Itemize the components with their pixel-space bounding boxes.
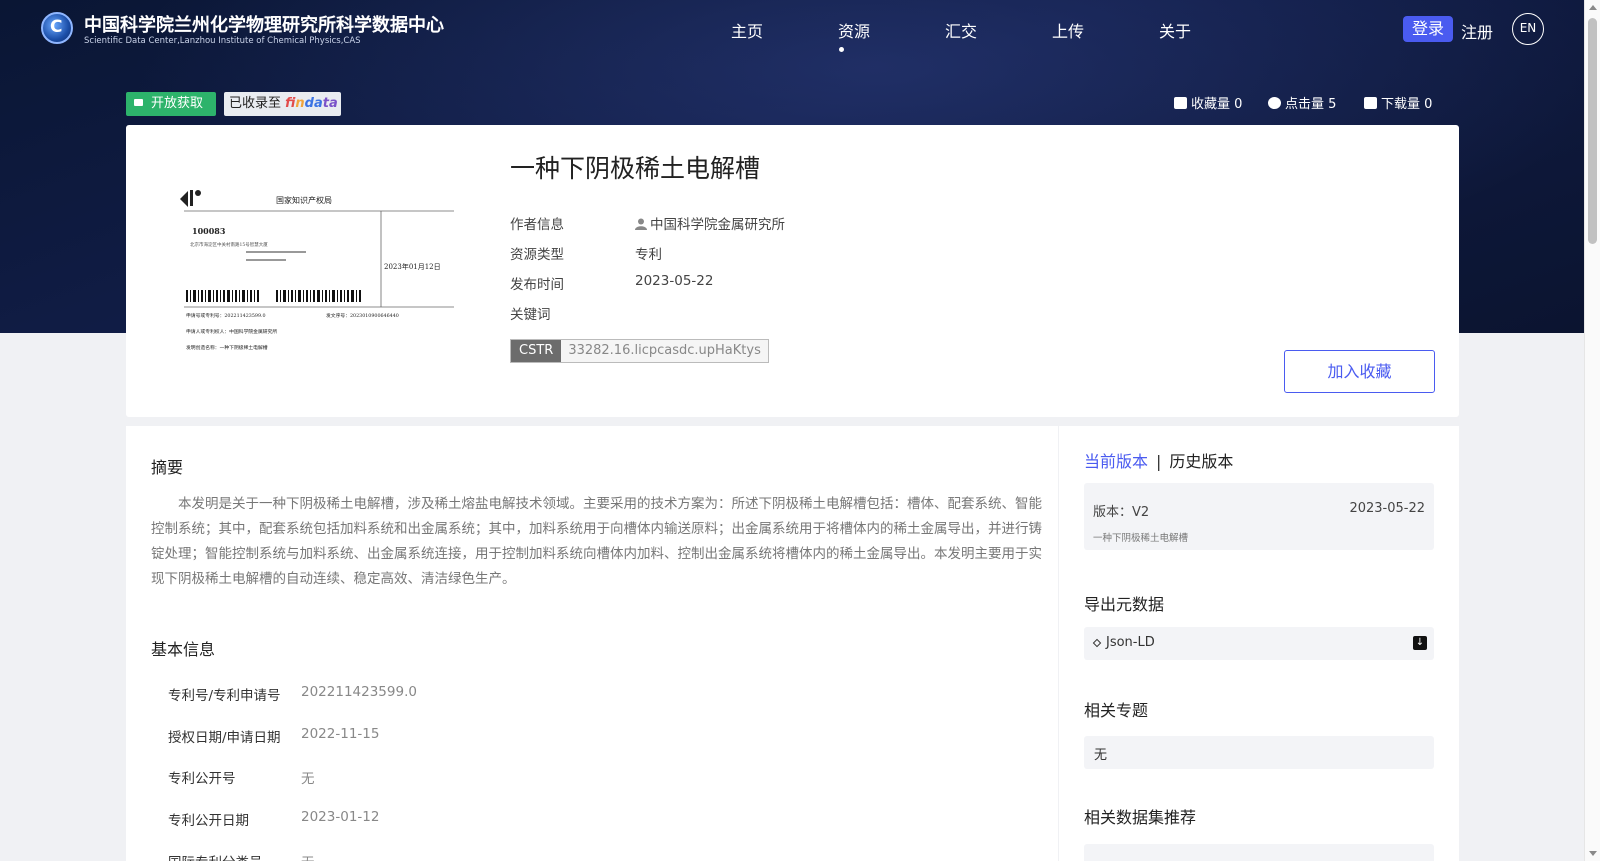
date-label: 发布时间 bbox=[510, 277, 564, 293]
nav-active-indicator bbox=[839, 47, 844, 52]
scroll-thumb[interactable] bbox=[1588, 18, 1597, 244]
scroll-down-icon[interactable] bbox=[1589, 851, 1597, 856]
tab-current-version[interactable]: 当前版本 bbox=[1084, 452, 1148, 471]
document-thumbnail[interactable]: 国家知识产权局 100083 北京市海淀区中关村南路15号智慧大厦 2023年0… bbox=[176, 187, 460, 357]
office-emblem-icon bbox=[180, 191, 188, 207]
diamond-icon bbox=[1092, 638, 1102, 648]
tab-separator: | bbox=[1156, 452, 1162, 471]
downloads-stat: 下载量 0 bbox=[1364, 93, 1432, 112]
keywords-label: 关键词 bbox=[510, 307, 551, 323]
person-icon bbox=[635, 218, 647, 230]
version-card[interactable]: 版本：V2 2023-05-22 一种下阴极稀土电解槽 bbox=[1084, 483, 1434, 550]
site-logo-icon[interactable] bbox=[41, 12, 73, 44]
nav-upload[interactable]: 上传 bbox=[1052, 18, 1084, 42]
author-value[interactable]: 中国科学院金属研究所 bbox=[635, 213, 785, 233]
type-label: 资源类型 bbox=[510, 247, 564, 263]
thumb-invention: 发明创造名称：一种下阴极稀土电解槽 bbox=[186, 344, 268, 351]
findata-logo: findata bbox=[285, 96, 338, 111]
cstr-identifier[interactable]: CSTR 33282.16.licpcasdc.upHaKtys bbox=[510, 339, 769, 363]
basic-info-heading: 基本信息 bbox=[151, 640, 216, 659]
export-format: Json-LD bbox=[1106, 635, 1155, 650]
login-button[interactable]: 登录 bbox=[1403, 16, 1453, 42]
info-row-value: 2023-01-12 bbox=[301, 809, 380, 825]
open-access-label: 开放获取 bbox=[151, 96, 204, 111]
clicks-label: 点击量 bbox=[1285, 97, 1325, 112]
site-header: 中国科学院兰州化学物理研究所科学数据中心 Scientific Data Cen… bbox=[0, 0, 1584, 58]
recommend-list bbox=[1084, 844, 1434, 861]
cstr-key: CSTR bbox=[511, 340, 562, 362]
language-toggle-button[interactable]: EN bbox=[1512, 13, 1544, 45]
thumb-doc-no: 发文序号：2023010900646440 bbox=[326, 312, 399, 319]
recommend-heading: 相关数据集推荐 bbox=[1084, 808, 1197, 827]
info-row-label: 授权日期/申请日期 bbox=[168, 730, 281, 746]
author-name: 中国科学院金属研究所 bbox=[650, 217, 785, 233]
favorites-stat: 收藏量 0 bbox=[1174, 93, 1242, 112]
nav-submit[interactable]: 汇交 bbox=[945, 18, 977, 42]
topics-box: 无 bbox=[1084, 736, 1434, 769]
thumb-office: 国家知识产权局 bbox=[276, 195, 332, 205]
site-name-cn[interactable]: 中国科学院兰州化学物理研究所科学数据中心 bbox=[84, 11, 444, 37]
scroll-up-icon[interactable] bbox=[1589, 5, 1597, 10]
nav-about[interactable]: 关于 bbox=[1159, 18, 1191, 42]
author-label: 作者信息 bbox=[510, 217, 564, 233]
register-link[interactable]: 注册 bbox=[1461, 19, 1493, 43]
info-row-value: 2022-11-15 bbox=[301, 726, 380, 742]
info-row-label: 国际专利分类号 bbox=[168, 851, 263, 861]
findata-badge[interactable]: 已收录至 findata bbox=[224, 92, 341, 116]
info-row-label: 专利号/专利申请号 bbox=[168, 688, 281, 704]
thumb-address: 北京市海淀区中关村南路15号智慧大厦 bbox=[190, 241, 268, 248]
version-description: 一种下阴极稀土电解槽 bbox=[1093, 533, 1189, 544]
site-name-en: Scientific Data Center,Lanzhou Institute… bbox=[84, 36, 361, 46]
clicks-count: 5 bbox=[1328, 97, 1337, 112]
detail-panel: 摘要 本发明是关于一种下阴极稀土电解槽，涉及稀土熔盐电解技术领域。主要采用的技术… bbox=[126, 426, 1058, 861]
eye-icon bbox=[1268, 97, 1281, 109]
thumb-date-stamp: 2023年01月12日 bbox=[384, 262, 441, 271]
info-row-value: 202211423599.0 bbox=[301, 684, 417, 700]
download-icon[interactable]: ↓ bbox=[1413, 636, 1427, 650]
info-row-value: 无 bbox=[301, 771, 315, 787]
version-date: 2023-05-22 bbox=[1349, 501, 1425, 516]
nav-resources[interactable]: 资源 bbox=[838, 18, 870, 42]
sidebar-panel: 当前版本 | 历史版本 版本：V2 2023-05-22 一种下阴极稀土电解槽 导出… bbox=[1059, 426, 1459, 861]
downloads-label: 下载量 bbox=[1381, 97, 1421, 112]
page-scrollbar[interactable] bbox=[1584, 0, 1600, 861]
version-number: 版本：V2 bbox=[1093, 505, 1150, 520]
topics-heading: 相关专题 bbox=[1084, 701, 1149, 720]
info-row-label: 专利公开号 bbox=[168, 771, 236, 787]
version-tabs: 当前版本 | 历史版本 bbox=[1084, 448, 1233, 472]
tab-history-version[interactable]: 历史版本 bbox=[1169, 452, 1233, 471]
thumb-app-no: 申请号或专利号：202211423599.0 bbox=[186, 312, 266, 319]
type-value: 专利 bbox=[635, 247, 662, 263]
downloads-count: 0 bbox=[1424, 97, 1433, 112]
date-value: 2023-05-22 bbox=[635, 273, 714, 289]
favorites-icon bbox=[1174, 97, 1187, 109]
included-label: 已收录至 bbox=[229, 96, 282, 111]
nav-home[interactable]: 主页 bbox=[731, 18, 763, 42]
info-row-label: 专利公开日期 bbox=[168, 813, 249, 829]
add-favorite-button[interactable]: 加入收藏 bbox=[1284, 350, 1435, 393]
open-access-badge: 开放获取 bbox=[126, 92, 216, 116]
abstract-heading: 摘要 bbox=[151, 458, 184, 477]
clicks-stat: 点击量 5 bbox=[1268, 93, 1336, 112]
cstr-value: 33282.16.licpcasdc.upHaKtys bbox=[561, 340, 768, 362]
thumb-postcode: 100083 bbox=[192, 226, 226, 236]
unlock-icon bbox=[134, 99, 143, 106]
export-heading: 导出元数据 bbox=[1084, 595, 1165, 614]
topics-value: 无 bbox=[1094, 748, 1108, 763]
resource-title: 一种下阴极稀土电解槽 bbox=[510, 154, 761, 183]
abstract-text: 本发明是关于一种下阴极稀土电解槽，涉及稀土熔盐电解技术领域。主要采用的技术方案为… bbox=[151, 496, 1042, 587]
favorites-count: 0 bbox=[1234, 97, 1243, 112]
thumb-applicant: 申请人或专利权人：中国科学院金属研究所 bbox=[186, 328, 277, 335]
favorites-label: 收藏量 bbox=[1191, 97, 1231, 112]
info-row-value: 无 bbox=[301, 851, 315, 861]
export-metadata-select[interactable]: Json-LD ↓ bbox=[1084, 627, 1434, 660]
resource-summary-card: 国家知识产权局 100083 北京市海淀区中关村南路15号智慧大厦 2023年0… bbox=[126, 125, 1459, 417]
download-icon bbox=[1364, 97, 1377, 109]
